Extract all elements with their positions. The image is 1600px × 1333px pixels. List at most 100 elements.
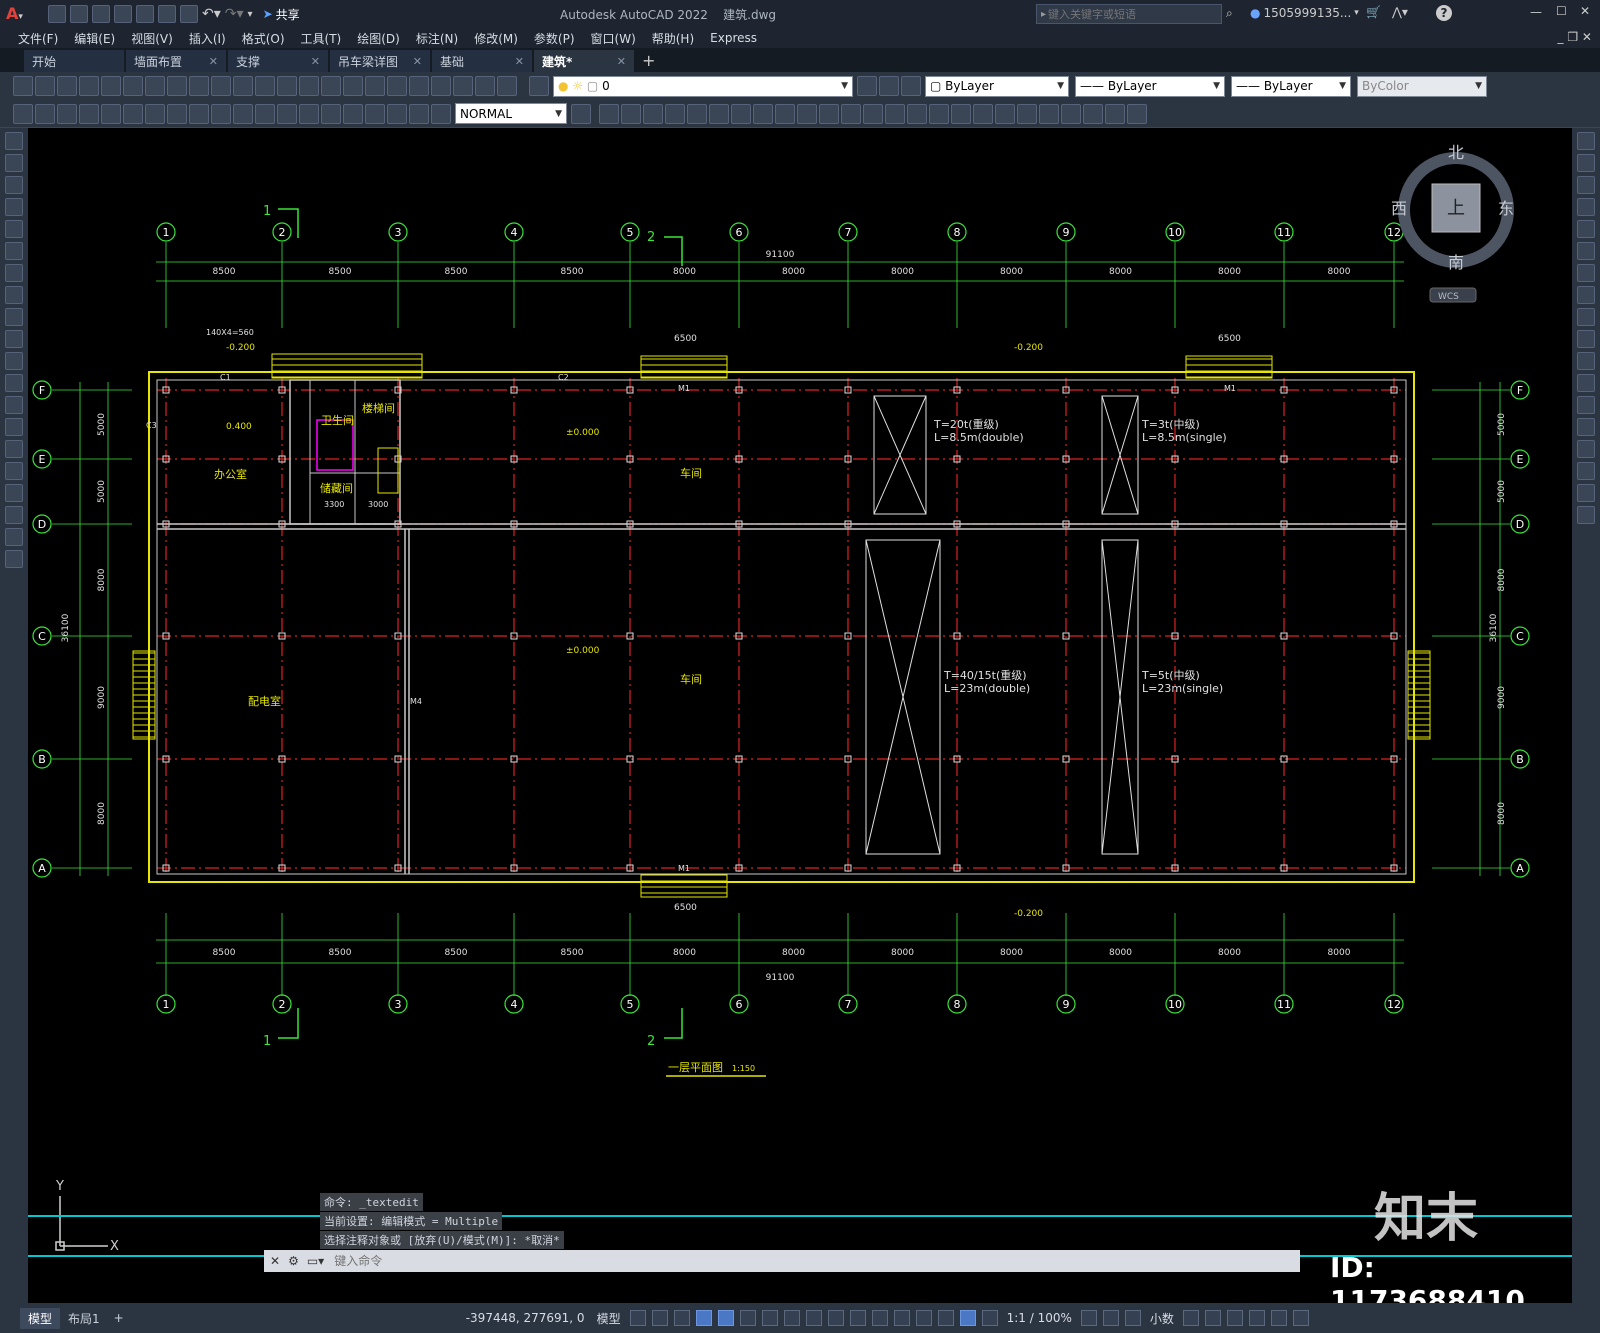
plotstyle-dropdown[interactable]: ByColor ▼ (1357, 75, 1487, 97)
layer-previous-icon[interactable] (879, 76, 899, 96)
line-icon[interactable] (5, 132, 23, 150)
tab-layout1[interactable]: 布局1 (60, 1308, 108, 1329)
dim-style-icon[interactable] (571, 103, 591, 124)
tab-start[interactable]: 开始 (24, 50, 124, 72)
paste-icon[interactable] (189, 76, 209, 96)
annotation-visibility-icon[interactable] (959, 1310, 976, 1326)
radius-icon[interactable] (101, 103, 121, 124)
annotation-monitor-icon[interactable] (1102, 1310, 1119, 1326)
linetype-dropdown[interactable]: —— ByLayer ▼ (1075, 75, 1225, 97)
preview-icon[interactable] (101, 76, 121, 96)
undo-icon[interactable] (233, 76, 253, 96)
open-icon[interactable] (35, 76, 55, 96)
dynamic-ucs-icon[interactable] (893, 1310, 910, 1326)
polar-icon[interactable] (717, 1310, 734, 1326)
dim-edit-icon[interactable] (387, 103, 407, 124)
ucs-zaxis-icon[interactable] (819, 103, 839, 124)
command-input[interactable] (332, 1253, 1237, 1269)
app-menu-button[interactable]: A▾ (6, 4, 34, 24)
ucs-face-icon[interactable] (731, 103, 751, 124)
blend-icon[interactable] (1577, 484, 1595, 502)
point-icon[interactable] (5, 418, 23, 436)
close-button[interactable]: ✕ (1580, 4, 1590, 18)
menu-express[interactable]: Express (702, 31, 765, 45)
calculator-icon[interactable] (475, 76, 495, 96)
maximize-button[interactable]: ☐ (1556, 4, 1567, 18)
cart-icon[interactable]: 🛒 (1366, 5, 1381, 19)
tab-wall-layout[interactable]: 墙面布置 ✕ (126, 50, 226, 72)
ucs-y-icon[interactable] (885, 103, 905, 124)
offset-icon[interactable] (1577, 198, 1595, 216)
osnap-icon[interactable] (783, 1310, 800, 1326)
save-icon[interactable] (92, 5, 110, 23)
shade-icon[interactable] (973, 103, 993, 124)
color-dropdown[interactable]: ▢ ByLayer ▼ (925, 75, 1069, 97)
extend-icon[interactable] (1577, 352, 1595, 370)
new-tab-icon[interactable]: + (642, 51, 655, 70)
share-button[interactable]: ➤ 共享 (263, 6, 300, 23)
make-current-icon[interactable] (857, 76, 877, 96)
lineweight-dropdown[interactable]: —— ByLayer ▼ (1231, 75, 1351, 97)
render-icon[interactable] (1061, 103, 1081, 124)
array-icon[interactable] (1577, 220, 1595, 238)
clean-screen-icon[interactable] (1270, 1310, 1287, 1326)
coordinates[interactable]: -397448, 277691, 0 (466, 1311, 585, 1325)
insert-block-icon[interactable] (5, 374, 23, 392)
pan-icon[interactable] (277, 76, 297, 96)
snap-icon[interactable] (651, 1310, 668, 1326)
scale-icon[interactable] (1577, 286, 1595, 304)
menu-format[interactable]: 格式(O) (234, 30, 293, 47)
lights-icon[interactable] (1083, 103, 1103, 124)
menu-parametric[interactable]: 参数(P) (526, 30, 583, 47)
camera-icon[interactable] (1127, 103, 1147, 124)
dim-text-edit-icon[interactable] (409, 103, 429, 124)
visual-style-icon[interactable] (951, 103, 971, 124)
export-icon[interactable] (158, 5, 176, 23)
add-layout-icon[interactable]: + (108, 1311, 130, 1325)
annotation-scale[interactable]: 1:1 / 100% (1007, 1311, 1072, 1325)
angular-icon[interactable] (167, 103, 187, 124)
view-side-icon[interactable] (643, 103, 663, 124)
zoom-window-icon[interactable] (321, 76, 341, 96)
quick-dim-icon[interactable] (189, 103, 209, 124)
help-icon[interactable]: ? (1436, 5, 1452, 21)
close-icon[interactable]: ✕ (617, 55, 626, 68)
circle-icon[interactable] (5, 264, 23, 282)
layer-states-icon[interactable] (901, 76, 921, 96)
user-account[interactable]: ● 1505999135... ▾ (1250, 6, 1359, 20)
ucs-object-icon[interactable] (753, 103, 773, 124)
stretch-icon[interactable] (1577, 308, 1595, 326)
quick-properties-icon[interactable] (1182, 1310, 1199, 1326)
mtext-icon[interactable] (5, 528, 23, 546)
join-icon[interactable] (1577, 418, 1595, 436)
close-command-icon[interactable]: ✕ (270, 1254, 280, 1268)
help-icon[interactable] (497, 76, 517, 96)
break-object-icon[interactable] (1577, 396, 1595, 414)
ucs-origin-icon[interactable] (797, 103, 817, 124)
rotate-icon[interactable] (1577, 264, 1595, 282)
layer-manager-icon[interactable] (529, 76, 549, 96)
transparency-icon[interactable] (827, 1310, 844, 1326)
close-icon[interactable]: ✕ (413, 55, 422, 68)
menu-modify[interactable]: 修改(M) (466, 30, 526, 47)
plot-icon[interactable] (79, 76, 99, 96)
mirror-icon[interactable] (1577, 176, 1595, 194)
gradient-icon[interactable] (5, 462, 23, 480)
menu-help[interactable]: 帮助(H) (644, 30, 702, 47)
copy-object-icon[interactable] (1577, 154, 1595, 172)
match-properties-icon[interactable] (211, 76, 231, 96)
lineweight-icon[interactable] (805, 1310, 822, 1326)
baseline-icon[interactable] (211, 103, 231, 124)
workspace-icon[interactable] (1080, 1310, 1097, 1326)
jogged-icon[interactable] (123, 103, 143, 124)
units-icon[interactable] (1124, 1310, 1141, 1326)
jogged-linear-icon[interactable] (365, 103, 385, 124)
sheet-set-icon[interactable] (431, 76, 451, 96)
menu-window[interactable]: 窗口(W) (583, 30, 644, 47)
redo-icon[interactable] (255, 76, 275, 96)
ellipse-arc-icon[interactable] (5, 352, 23, 370)
publish-icon[interactable] (123, 76, 143, 96)
close-icon[interactable]: ✕ (515, 55, 524, 68)
search-box[interactable]: ▸ (1036, 4, 1222, 24)
save-icon[interactable] (57, 76, 77, 96)
